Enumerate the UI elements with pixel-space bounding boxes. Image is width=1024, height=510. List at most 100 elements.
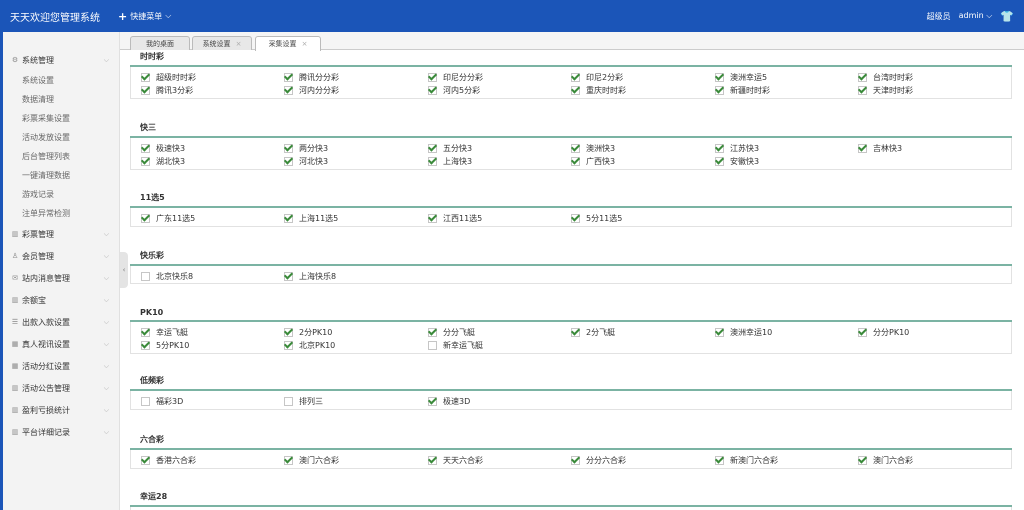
lottery-checkbox-item[interactable]: 2分PK10 xyxy=(284,326,332,338)
sidebar-group-item[interactable]: ♙ 会员管理 ⌵ xyxy=(3,245,119,267)
lottery-checkbox-item[interactable]: 两分快3 xyxy=(284,142,328,154)
close-icon[interactable]: × xyxy=(236,40,242,48)
checkbox-checked[interactable] xyxy=(141,72,150,82)
user-menu[interactable]: admin ⌵ xyxy=(959,11,993,21)
checkbox-checked[interactable] xyxy=(428,455,437,465)
lottery-checkbox-item[interactable]: 湖北快3 xyxy=(141,155,185,167)
checkbox-checked[interactable] xyxy=(571,72,580,82)
sidebar-group-item[interactable]: ☰ 出款入款设置 ⌵ xyxy=(3,311,119,333)
checkbox-checked[interactable] xyxy=(428,327,437,337)
lottery-checkbox-item[interactable]: 超级时时彩 xyxy=(141,71,196,83)
checkbox-checked[interactable] xyxy=(284,271,293,281)
sidebar-sub-item[interactable]: 数据清理 xyxy=(3,90,119,109)
lottery-checkbox-item[interactable]: 幸运飞艇 xyxy=(141,326,188,338)
checkbox-checked[interactable] xyxy=(428,72,437,82)
sidebar-sub-item[interactable]: 彩票采集设置 xyxy=(3,109,119,128)
lottery-checkbox-item[interactable]: 上海快3 xyxy=(428,155,472,167)
lottery-checkbox-item[interactable]: 河北快3 xyxy=(284,155,328,167)
sidebar-group-item[interactable]: ▦ 真人视讯设置 ⌵ xyxy=(3,333,119,355)
checkbox-checked[interactable] xyxy=(858,455,867,465)
checkbox-checked[interactable] xyxy=(141,327,150,337)
checkbox-checked[interactable] xyxy=(141,156,150,166)
checkbox-checked[interactable] xyxy=(284,72,293,82)
close-icon[interactable]: × xyxy=(302,40,308,48)
checkbox-checked[interactable] xyxy=(571,85,580,95)
lottery-checkbox-item[interactable]: 澳洲幸运10 xyxy=(715,326,772,338)
checkbox-unchecked[interactable] xyxy=(141,271,150,281)
lottery-checkbox-item[interactable]: 福彩3D xyxy=(141,395,183,407)
sidebar-sub-item[interactable]: 系统设置 xyxy=(3,71,119,90)
lottery-checkbox-item[interactable]: 印尼分分彩 xyxy=(428,71,483,83)
checkbox-checked[interactable] xyxy=(715,156,724,166)
checkbox-checked[interactable] xyxy=(141,340,150,350)
lottery-checkbox-item[interactable]: 排列三 xyxy=(284,395,323,407)
checkbox-checked[interactable] xyxy=(715,455,724,465)
sidebar-sub-item[interactable]: 一键清理数据 xyxy=(3,166,119,185)
lottery-checkbox-item[interactable]: 分分飞艇 xyxy=(428,326,475,338)
collapse-sidebar-button[interactable]: ‹ xyxy=(120,252,128,288)
sidebar-sub-item[interactable]: 后台管理列表 xyxy=(3,147,119,166)
checkbox-checked[interactable] xyxy=(141,85,150,95)
sidebar-group-item[interactable]: ▥ 余额宝 ⌵ xyxy=(3,289,119,311)
sidebar-sub-item[interactable]: 活动发放设置 xyxy=(3,128,119,147)
checkbox-checked[interactable] xyxy=(284,340,293,350)
lottery-checkbox-item[interactable]: 江西11选5 xyxy=(428,212,482,224)
lottery-checkbox-item[interactable]: 上海快乐8 xyxy=(284,270,336,282)
checkbox-unchecked[interactable] xyxy=(428,340,437,350)
lottery-checkbox-item[interactable]: 极速快3 xyxy=(141,142,185,154)
checkbox-checked[interactable] xyxy=(428,156,437,166)
lottery-checkbox-item[interactable]: 5分11选5 xyxy=(571,212,622,224)
checkbox-checked[interactable] xyxy=(141,213,150,223)
checkbox-checked[interactable] xyxy=(858,327,867,337)
lottery-checkbox-item[interactable]: 吉林快3 xyxy=(858,142,902,154)
checkbox-checked[interactable] xyxy=(284,455,293,465)
lottery-checkbox-item[interactable]: 北京PK10 xyxy=(284,339,335,351)
checkbox-checked[interactable] xyxy=(428,143,437,153)
checkbox-checked[interactable] xyxy=(284,213,293,223)
checkbox-checked[interactable] xyxy=(715,143,724,153)
lottery-checkbox-item[interactable]: 澳洲快3 xyxy=(571,142,615,154)
checkbox-checked[interactable] xyxy=(428,213,437,223)
checkbox-checked[interactable] xyxy=(715,85,724,95)
lottery-checkbox-item[interactable]: 新幸运飞艇 xyxy=(428,339,483,351)
lottery-checkbox-item[interactable]: 腾讯3分彩 xyxy=(141,84,193,96)
tab-2[interactable]: 系统设置 × xyxy=(192,36,252,50)
sidebar-group-item[interactable]: ⚙ 系统管理 ⌵ xyxy=(3,49,119,71)
checkbox-checked[interactable] xyxy=(141,143,150,153)
sidebar-group-item[interactable]: ▥ 活动公告管理 ⌵ xyxy=(3,377,119,399)
checkbox-checked[interactable] xyxy=(858,85,867,95)
checkbox-checked[interactable] xyxy=(571,143,580,153)
sidebar-group-item[interactable]: ▥ 彩票管理 ⌵ xyxy=(3,223,119,245)
lottery-checkbox-item[interactable]: 澳门六合彩 xyxy=(858,454,913,466)
lottery-checkbox-item[interactable]: 新疆时时彩 xyxy=(715,84,770,96)
checkbox-checked[interactable] xyxy=(715,72,724,82)
lottery-checkbox-item[interactable]: 五分快3 xyxy=(428,142,472,154)
lottery-checkbox-item[interactable]: 5分PK10 xyxy=(141,339,189,351)
sidebar-sub-item[interactable]: 游戏记录 xyxy=(3,185,119,204)
lottery-checkbox-item[interactable]: 香港六合彩 xyxy=(141,454,196,466)
quick-menu-button[interactable]: + 快捷菜单 ⌵ xyxy=(118,10,171,23)
checkbox-checked[interactable] xyxy=(571,213,580,223)
checkbox-checked[interactable] xyxy=(284,143,293,153)
checkbox-checked[interactable] xyxy=(284,85,293,95)
tab-1[interactable]: 我的桌面 xyxy=(130,36,190,50)
checkbox-checked[interactable] xyxy=(428,396,437,406)
lottery-checkbox-item[interactable]: 广东11选5 xyxy=(141,212,195,224)
lottery-checkbox-item[interactable]: 河内5分彩 xyxy=(428,84,480,96)
lottery-checkbox-item[interactable]: 分分六合彩 xyxy=(571,454,626,466)
lottery-checkbox-item[interactable]: 新澳门六合彩 xyxy=(715,454,778,466)
checkbox-checked[interactable] xyxy=(571,455,580,465)
lottery-checkbox-item[interactable]: 天天六合彩 xyxy=(428,454,483,466)
lottery-checkbox-item[interactable]: 广西快3 xyxy=(571,155,615,167)
lottery-checkbox-item[interactable]: 极速3D xyxy=(428,395,470,407)
checkbox-unchecked[interactable] xyxy=(284,396,293,406)
lottery-checkbox-item[interactable]: 印尼2分彩 xyxy=(571,71,623,83)
sidebar-sub-item[interactable]: 注单异常检测 xyxy=(3,204,119,223)
lottery-checkbox-item[interactable]: 重庆时时彩 xyxy=(571,84,626,96)
lottery-checkbox-item[interactable]: 澳门六合彩 xyxy=(284,454,339,466)
checkbox-unchecked[interactable] xyxy=(141,396,150,406)
lottery-checkbox-item[interactable]: 安徽快3 xyxy=(715,155,759,167)
checkbox-checked[interactable] xyxy=(858,72,867,82)
checkbox-checked[interactable] xyxy=(141,455,150,465)
lottery-checkbox-item[interactable]: 腾讯分分彩 xyxy=(284,71,339,83)
